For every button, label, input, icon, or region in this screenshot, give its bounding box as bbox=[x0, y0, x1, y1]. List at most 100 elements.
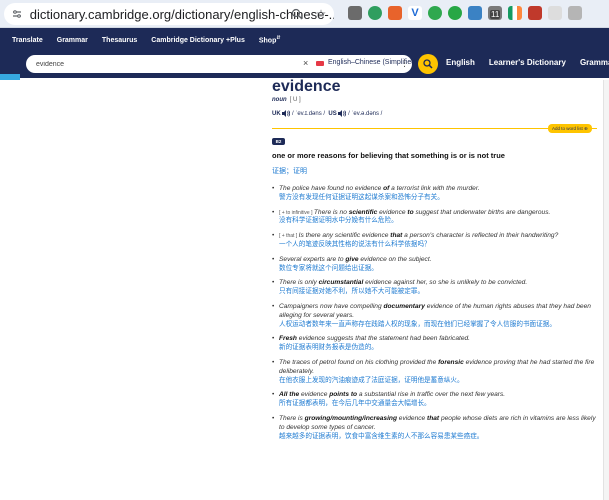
part-of-speech: noun[ U ] bbox=[272, 97, 301, 103]
extensions-row: V 11 bbox=[348, 6, 582, 20]
example-english: There is no scientific evidence to sugge… bbox=[314, 209, 550, 216]
example-list: The police have found no evidence of a t… bbox=[272, 185, 602, 447]
page-scrollbar[interactable] bbox=[603, 80, 609, 500]
example-translation: 越来越多的证据表明，饮食中富含维生素的人不那么容易患某些癌症。 bbox=[279, 432, 484, 440]
grammar-code: [ U ] bbox=[289, 97, 301, 103]
example-english: The police have found no evidence of a t… bbox=[279, 185, 480, 192]
cefr-level-badge: B2 bbox=[272, 138, 285, 145]
extension-icon[interactable] bbox=[568, 6, 582, 20]
search-button[interactable] bbox=[418, 54, 438, 74]
extension-icon[interactable] bbox=[368, 6, 382, 20]
nav-cambridge-plus[interactable]: Cambridge Dictionary +Plus bbox=[151, 37, 245, 44]
plus-icon: ⊕ bbox=[584, 125, 588, 131]
extension-icon[interactable]: 11 bbox=[488, 6, 502, 20]
example-translation: 在他衣服上发现的汽油痕迹成了法庭证据，证明他是蓄意纵火。 bbox=[279, 376, 464, 384]
example-text: The traces of petrol found on his clothi… bbox=[279, 358, 439, 366]
extension-icon[interactable] bbox=[528, 6, 542, 20]
nav-shop-label: Shop bbox=[258, 37, 277, 45]
zoom-icon[interactable] bbox=[290, 7, 304, 21]
example-text: a person's character is reflected in the… bbox=[402, 232, 559, 240]
search-box: × English–Chinese (Simplified) ⋮ bbox=[26, 55, 418, 73]
add-to-word-list-label: Add to word list bbox=[552, 126, 583, 131]
collocation: Fresh bbox=[279, 335, 297, 343]
url-text[interactable]: dictionary.cambridge.org/dictionary/engl… bbox=[30, 7, 334, 22]
uk-audio-speaker-icon[interactable] bbox=[282, 110, 291, 117]
example-text: The police have found no evidence bbox=[279, 185, 384, 192]
us-label: US bbox=[328, 111, 337, 118]
extension-icon[interactable] bbox=[548, 6, 562, 20]
site-info-icon[interactable] bbox=[10, 7, 24, 21]
collocation: growing/mounting/increasing bbox=[304, 414, 397, 422]
nav-thesaurus[interactable]: Thesaurus bbox=[102, 37, 137, 44]
example-grammar-code: [ + that ] bbox=[279, 233, 299, 240]
example-english: Several experts are to give evidence on … bbox=[279, 256, 432, 263]
chinese-translation: 证据；证明 bbox=[272, 168, 307, 175]
extension-icon[interactable] bbox=[388, 6, 402, 20]
example-grammar-code: [ + to infinitive ] bbox=[279, 209, 314, 216]
example-sentence: Several experts are to give evidence on … bbox=[272, 256, 602, 274]
more-options-icon[interactable]: ⋮ bbox=[400, 58, 409, 69]
example-sentence: [ + to infinitive ] There is no scientif… bbox=[272, 209, 602, 227]
clear-search-button[interactable]: × bbox=[303, 58, 308, 68]
uk-ipa: / ˈev.ɪ.dəns / bbox=[292, 111, 326, 118]
example-translation: 没有科学证据证明水中分娩有什么危险。 bbox=[279, 217, 398, 225]
extension-icon[interactable] bbox=[428, 6, 442, 20]
collocation: forensic bbox=[438, 358, 464, 366]
extension-icon[interactable] bbox=[448, 6, 462, 20]
extension-icon[interactable]: V bbox=[408, 6, 422, 20]
collocation: that bbox=[427, 414, 440, 422]
us-ipa: / ˈev.ə.dəns / bbox=[348, 111, 383, 118]
example-english: All the evidence points to a substantial… bbox=[279, 391, 505, 398]
example-english: Is there any scientific evidence that a … bbox=[299, 232, 559, 239]
add-to-word-list-button[interactable]: Add to word list ⊕ bbox=[548, 124, 592, 133]
nav-grammar[interactable]: Grammar bbox=[57, 37, 88, 44]
example-english: There is only circumstantial evidence ag… bbox=[279, 279, 527, 286]
example-translation: 人权运动者数年来一直声称存在践踏人权的现象，而现在他们已经掌握了令人信服的书面证… bbox=[279, 320, 556, 328]
search-input[interactable] bbox=[26, 60, 256, 68]
address-bar[interactable]: dictionary.cambridge.org/dictionary/engl… bbox=[4, 3, 334, 25]
collocation: scientific bbox=[348, 208, 378, 216]
example-text: a terrorist link with the murder. bbox=[389, 185, 480, 192]
example-text: Campaigners now have compelling bbox=[279, 302, 384, 310]
example-sentence: Campaigners now have compelling document… bbox=[272, 303, 602, 329]
example-english: Fresh evidence suggests that the stateme… bbox=[279, 335, 470, 342]
link-learners-dictionary[interactable]: Learner's Dictionary bbox=[489, 58, 566, 67]
example-sentence: There is growing/mounting/increasing evi… bbox=[272, 415, 602, 441]
example-text: a substantial rise in traffic over the n… bbox=[357, 391, 506, 399]
example-sentence: Fresh evidence suggests that the stateme… bbox=[272, 335, 602, 353]
us-audio-speaker-icon[interactable] bbox=[338, 110, 347, 117]
example-text: evidence bbox=[396, 414, 428, 422]
example-translation: 一个人的笔迹反映其性格的说法有什么科学依据吗？ bbox=[279, 240, 431, 248]
example-english: The traces of petrol found on his clothi… bbox=[279, 359, 594, 375]
extension-icon[interactable] bbox=[508, 6, 522, 20]
accent-strip bbox=[0, 74, 20, 80]
example-text: evidence suggests that the statement had… bbox=[296, 335, 470, 343]
definition: one or more reasons for believing that s… bbox=[272, 151, 505, 160]
header-links: English Learner's Dictionary Grammar bbox=[446, 58, 609, 67]
language-flag-icon bbox=[316, 61, 324, 66]
example-translation: 所有证据都表明，在今后几年中交通量会大幅增长。 bbox=[279, 400, 431, 408]
example-sentence: [ + that ] Is there any scientific evide… bbox=[272, 232, 602, 250]
headword: evidence bbox=[272, 78, 341, 95]
extension-icon[interactable] bbox=[348, 6, 362, 20]
example-translation: 只有间接证据对她不利，所以她不大可能被定罪。 bbox=[279, 288, 425, 296]
link-grammar[interactable]: Grammar bbox=[580, 58, 609, 67]
collocation: that bbox=[390, 232, 403, 240]
example-translation: 数位专家将就这个问题给出证据。 bbox=[279, 264, 378, 272]
uk-label: UK bbox=[272, 111, 281, 118]
example-text: Several experts are to bbox=[279, 255, 346, 263]
example-text: There is no bbox=[313, 208, 349, 216]
example-sentence: The police have found no evidence of a t… bbox=[272, 185, 602, 203]
extension-icon[interactable] bbox=[468, 6, 482, 20]
collocation: give bbox=[345, 255, 359, 263]
example-sentence: The traces of petrol found on his clothi… bbox=[272, 359, 602, 385]
example-english: Campaigners now have compelling document… bbox=[279, 303, 591, 319]
link-english[interactable]: English bbox=[446, 58, 475, 67]
example-text: There is bbox=[279, 414, 305, 422]
bookmark-star-icon[interactable]: ☆ bbox=[314, 7, 328, 21]
pronunciation: UK / ˈev.ɪ.dəns / US / ˈev.ə.dəns / bbox=[272, 110, 382, 117]
nav-translate[interactable]: Translate bbox=[12, 37, 43, 44]
collocation: documentary bbox=[383, 302, 425, 310]
external-link-icon: ⇵ bbox=[276, 35, 281, 42]
nav-shop[interactable]: Shop⇵ bbox=[259, 35, 281, 44]
